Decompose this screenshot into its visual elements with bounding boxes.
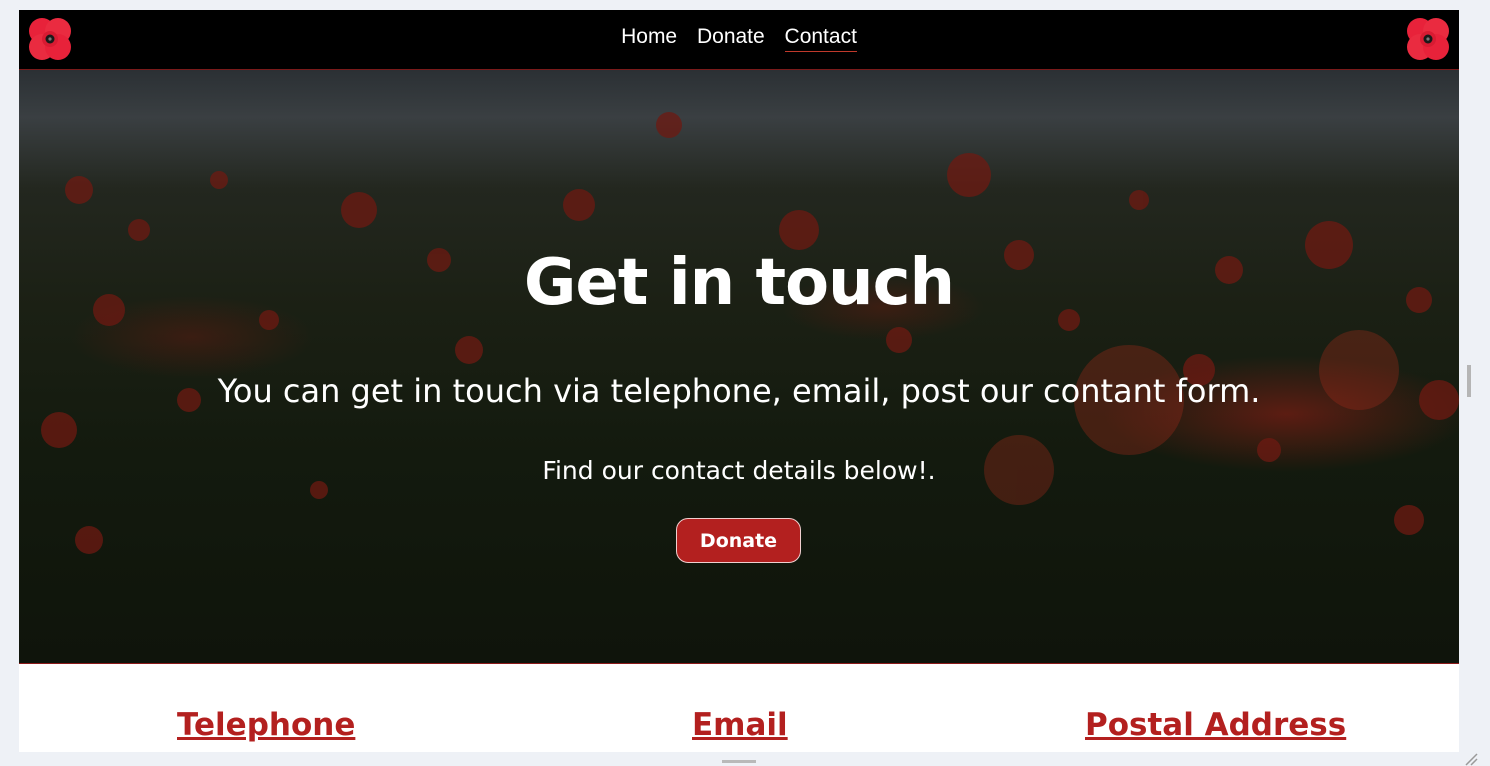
nav-home-link[interactable]: Home <box>621 25 677 51</box>
hero-title: Get in touch <box>523 246 955 320</box>
telephone-heading[interactable]: Telephone <box>177 707 355 743</box>
hero-find-text: Find our contact details below!. <box>542 456 936 485</box>
poppy-logo-icon[interactable] <box>1405 16 1451 62</box>
email-heading[interactable]: Email <box>692 707 788 743</box>
hero-subtitle: You can get in touch via telephone, emai… <box>217 372 1261 410</box>
hero-banner: Get in touch You can get in touch via te… <box>19 70 1459 664</box>
donate-button[interactable]: Donate <box>676 518 801 563</box>
navbar: Home Donate Contact <box>19 10 1459 70</box>
main-nav: Home Donate Contact <box>19 25 1459 52</box>
postal-address-heading[interactable]: Postal Address <box>1085 707 1346 743</box>
nav-donate-link[interactable]: Donate <box>697 25 765 51</box>
page-frame: Home Donate Contact Get in touch You can… <box>19 10 1459 752</box>
resize-grip-icon[interactable] <box>1464 752 1478 766</box>
side-drag-handle[interactable] <box>1467 365 1471 397</box>
bottom-drag-handle[interactable] <box>722 760 756 763</box>
nav-contact-link[interactable]: Contact <box>784 25 857 52</box>
poppy-field-background <box>41 112 1459 554</box>
